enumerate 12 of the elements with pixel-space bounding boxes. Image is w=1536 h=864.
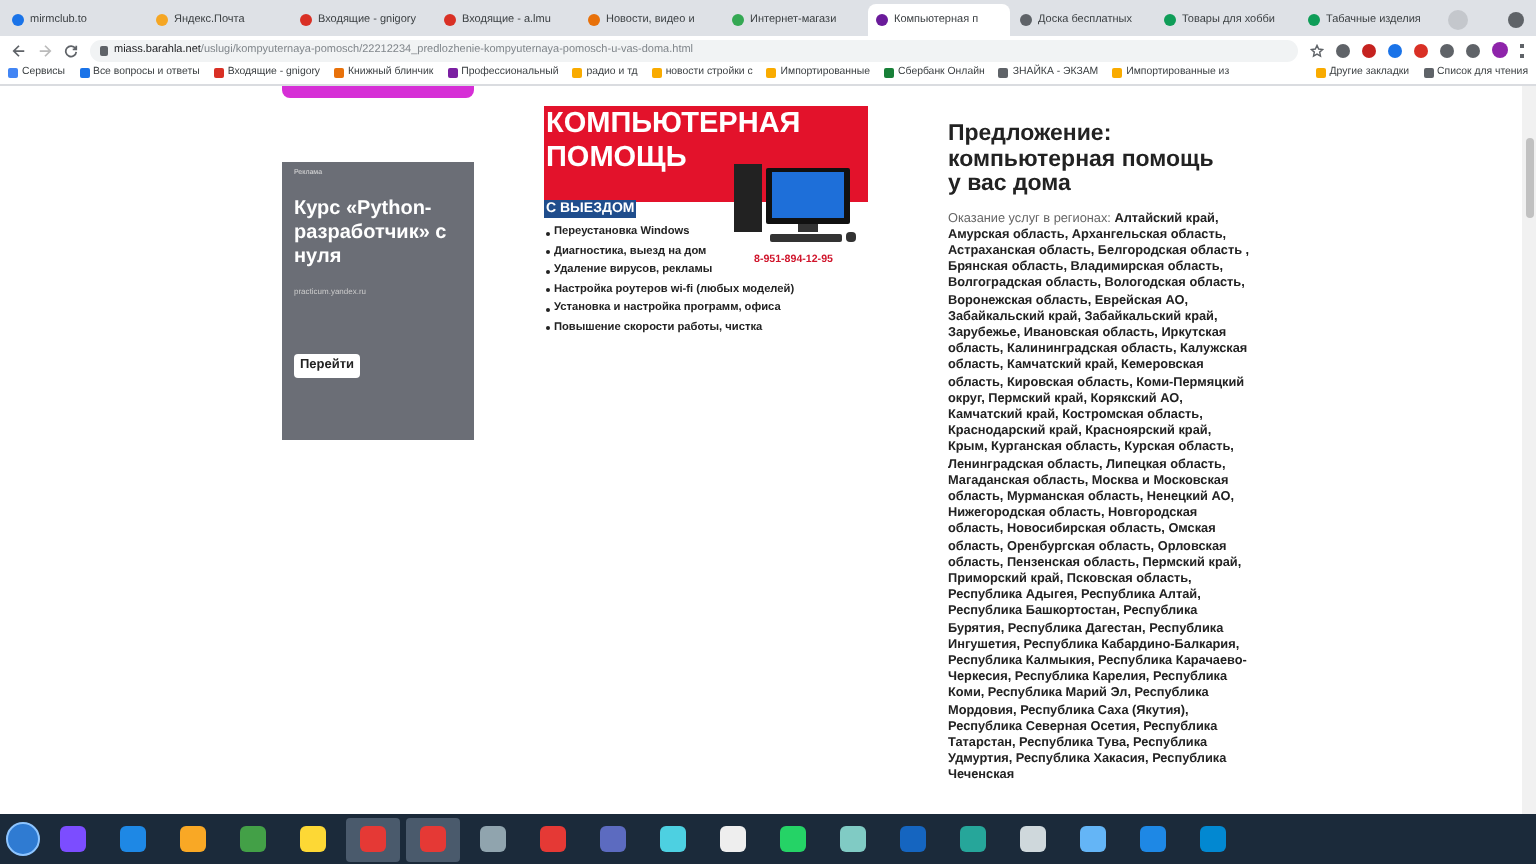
computer-drawing: [730, 160, 858, 248]
avatar-icon[interactable]: [1492, 42, 1508, 58]
banner-title: КОМПЬЮТЕРНАЯ ПОМОЩЬ: [546, 108, 803, 176]
ad-title: Курс «Python-разработчик» с нуля: [294, 198, 449, 271]
star-icon[interactable]: [1310, 43, 1324, 57]
back-icon[interactable]: [12, 43, 26, 57]
offer-heading: Предложение: компьютерная помощь у вас дома: [948, 122, 1216, 197]
lock-icon: [100, 45, 108, 55]
start-icon[interactable]: [6, 822, 40, 856]
profile-icon[interactable]: [1508, 12, 1524, 28]
reload-icon[interactable]: [64, 43, 78, 57]
scrollbar-thumb[interactable]: [1525, 138, 1533, 218]
